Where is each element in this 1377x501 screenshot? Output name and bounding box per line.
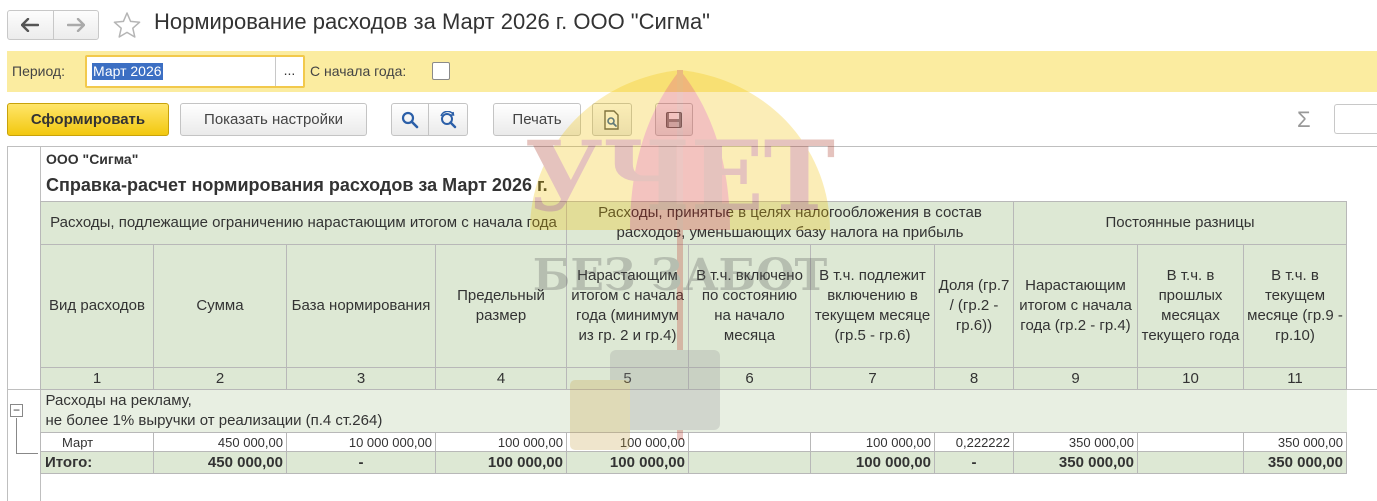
column-number: 7	[810, 367, 935, 390]
page-title: Нормирование расходов за Март 2026 г. ОО…	[154, 9, 710, 34]
cell: 100 000,00	[810, 432, 935, 452]
find-button[interactable]	[391, 103, 429, 136]
table-column-header-row: Вид расходов Сумма База нормирования Пре…	[40, 244, 1347, 368]
total-cell: 350 000,00	[1243, 451, 1347, 474]
column-number: 2	[153, 367, 287, 390]
sum-icon: Σ	[1297, 107, 1311, 132]
column-header: В т.ч. в текущем месяце (гр.9 - гр.10)	[1243, 244, 1347, 368]
table-group-header-row: Расходы, подлежащие ограничению нарастаю…	[40, 201, 1347, 245]
search-next-icon	[440, 110, 457, 128]
column-number: 10	[1137, 367, 1244, 390]
report-table: Расходы, подлежащие ограничению нарастаю…	[40, 201, 1347, 474]
navigation-buttons	[7, 10, 99, 40]
column-number-row: 1 2 3 4 5 6 7 8 9 10 11	[40, 367, 1347, 390]
column-header: Предельный размер	[435, 244, 567, 368]
column-number: 8	[934, 367, 1014, 390]
tree-line	[16, 418, 17, 454]
collapse-group-button[interactable]: −	[10, 404, 23, 417]
arrow-right-icon	[66, 18, 85, 32]
total-cell: 100 000,00	[435, 451, 567, 474]
cell: 350 000,00	[1013, 432, 1138, 452]
print-preview-button[interactable]	[592, 103, 632, 136]
expense-group-line2: не более 1% выручки от реализации (п.4 с…	[45, 412, 383, 429]
group-header-permanent-differences: Постоянные разницы	[1013, 201, 1347, 245]
column-header: В т.ч. подлежит включению в текущем меся…	[810, 244, 935, 368]
column-header: Вид расходов	[40, 244, 154, 368]
total-cell: 350 000,00	[1013, 451, 1138, 474]
column-header: Нарастающим итогом с начала года (миниму…	[566, 244, 689, 368]
period-select-button[interactable]: ...	[275, 57, 303, 86]
arrow-left-icon	[21, 18, 40, 32]
total-cell: -	[286, 451, 436, 474]
search-icon	[401, 111, 419, 128]
forward-button[interactable]	[52, 11, 99, 39]
period-label: Период:	[12, 63, 65, 79]
print-button[interactable]: Печать	[493, 103, 581, 136]
group-header-tax-expenses: Расходы, принятые в целях налогообложени…	[566, 201, 1014, 245]
report-frame-top	[7, 146, 1377, 147]
column-header: В т.ч. включено по состоянию на начало м…	[688, 244, 811, 368]
tree-line	[16, 453, 38, 454]
back-button[interactable]	[8, 11, 53, 39]
cell: 450 000,00	[153, 432, 287, 452]
column-number: 11	[1243, 367, 1347, 390]
total-cell: Итого:	[40, 451, 154, 474]
from-year-start-label: С начала года:	[310, 63, 407, 79]
cell: Март	[40, 432, 154, 452]
column-header: Доля (гр.7 / (гр.2 - гр.6))	[934, 244, 1014, 368]
column-number: 3	[286, 367, 436, 390]
period-field[interactable]: Март 2026 ...	[85, 55, 305, 88]
column-number: 9	[1013, 367, 1138, 390]
table-row[interactable]: Март 450 000,00 10 000 000,00 100 000,00…	[40, 432, 1347, 452]
period-value[interactable]: Март 2026	[92, 63, 163, 80]
total-cell: 100 000,00	[810, 451, 935, 474]
generate-button[interactable]: Сформировать	[7, 103, 169, 136]
column-header: В т.ч. в прошлых месяцах текущего года	[1137, 244, 1244, 368]
column-number: 4	[435, 367, 567, 390]
sum-field	[1334, 104, 1377, 134]
column-header: Нарастающим итогом с начала года (гр.2 -…	[1013, 244, 1138, 368]
title-bar: Нормирование расходов за Март 2026 г. ОО…	[0, 0, 1377, 50]
cell	[1137, 432, 1244, 452]
find-next-button[interactable]	[428, 103, 468, 136]
cell: 100 000,00	[566, 432, 689, 452]
expense-group-label: Расходы на рекламу, не более 1% выручки …	[40, 389, 1347, 433]
total-row[interactable]: Итого: 450 000,00 - 100 000,00 100 000,0…	[40, 451, 1347, 474]
total-cell: 450 000,00	[153, 451, 287, 474]
print-preview-icon	[604, 109, 619, 130]
cell: 0,222222	[934, 432, 1014, 452]
total-cell	[688, 451, 811, 474]
cell	[688, 432, 811, 452]
show-settings-button[interactable]: Показать настройки	[180, 103, 367, 136]
column-number: 5	[566, 367, 689, 390]
total-cell: 100 000,00	[566, 451, 689, 474]
column-header: Сумма	[153, 244, 287, 368]
star-icon[interactable]	[112, 11, 142, 39]
cell: 10 000 000,00	[286, 432, 436, 452]
save-icon	[666, 111, 682, 128]
expense-group-line1: Расходы на рекламу,	[45, 392, 192, 409]
cell: 350 000,00	[1243, 432, 1347, 452]
report-frame-left	[7, 146, 8, 501]
column-header: База нормирования	[286, 244, 436, 368]
total-cell: -	[934, 451, 1014, 474]
filter-panel: Период: Март 2026 ... С начала года:	[7, 51, 1377, 92]
from-year-start-checkbox[interactable]	[432, 62, 450, 80]
report-title: Справка-расчет нормирования расходов за …	[46, 175, 548, 195]
total-cell	[1137, 451, 1244, 474]
group-header-limited-expenses: Расходы, подлежащие ограничению нарастаю…	[40, 201, 567, 245]
column-number: 1	[40, 367, 154, 390]
column-number: 6	[688, 367, 811, 390]
save-button[interactable]	[655, 103, 693, 136]
expense-group-row[interactable]: Расходы на рекламу, не более 1% выручки …	[40, 389, 1347, 433]
report-organization: ООО "Сигма"	[46, 151, 139, 167]
cell: 100 000,00	[435, 432, 567, 452]
